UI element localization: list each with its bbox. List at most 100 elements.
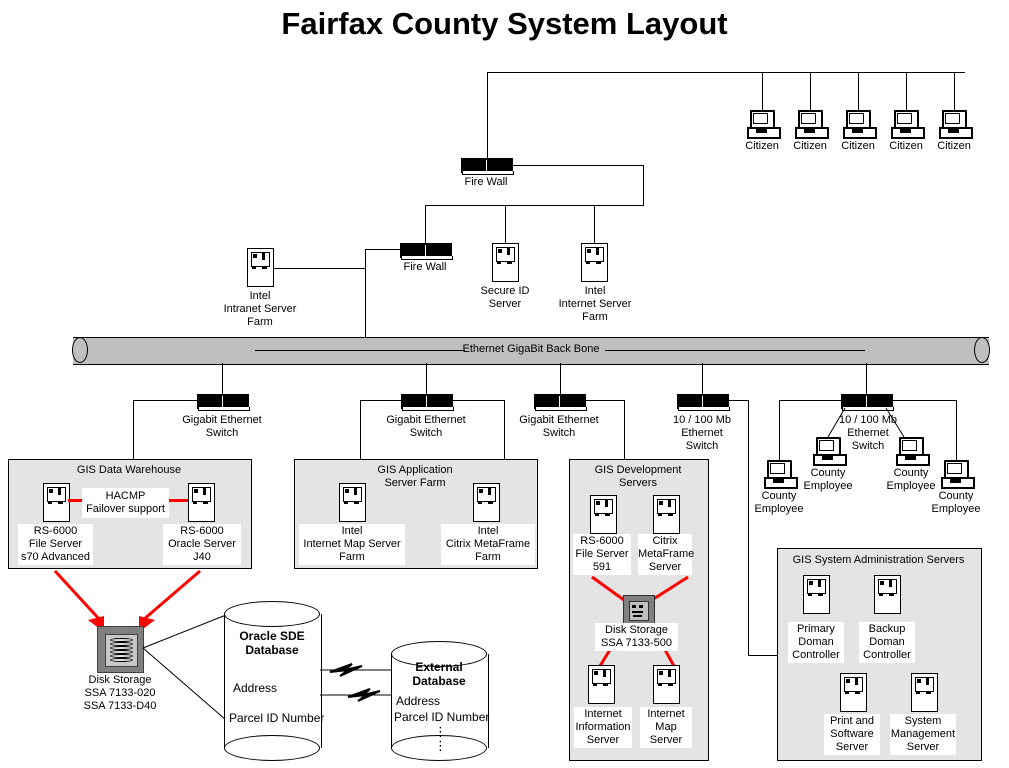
backbone-drop-switch-2 <box>426 363 427 394</box>
keyboard-icon <box>905 456 916 460</box>
switch3-right-drop <box>624 400 625 459</box>
server-label-print-and-software: Print and Software Server <box>824 714 880 755</box>
screen-icon <box>770 463 785 474</box>
server-rs6000-file-server-s70[interactable] <box>43 483 70 522</box>
backbone-drop-switch-5 <box>866 363 867 394</box>
switch-gigabit-ethernet-3[interactable] <box>534 394 587 411</box>
citizen-computer-5[interactable] <box>939 110 973 139</box>
backbone-trunk-right <box>605 350 865 351</box>
keyboard-icon <box>852 129 863 133</box>
disk-label-ssa-7133-500: Disk Storage SSA 7133-500 <box>595 623 678 651</box>
firewall-device-1[interactable] <box>461 158 514 175</box>
keyboard-icon <box>950 479 961 483</box>
switch2-right-link <box>451 400 505 401</box>
hacmp-link-right <box>169 499 188 502</box>
backbone-drop-switch-4 <box>702 363 703 394</box>
citizen-drop-3 <box>858 72 859 110</box>
switch5-left-link <box>779 400 841 401</box>
server-internet-information[interactable] <box>588 665 615 704</box>
server-backup-domain-controller[interactable] <box>874 575 901 614</box>
keyboard-icon <box>804 129 815 133</box>
server-intel-intranet-farm[interactable] <box>247 248 274 287</box>
server-rs6000-file-server-591[interactable] <box>590 495 617 534</box>
keyboard-icon <box>822 456 833 460</box>
backbone-label: Ethernet GigaBit Back Bone <box>462 343 600 355</box>
ethernet-gigabit-backbone: Ethernet GigaBit Back Bone <box>72 337 990 365</box>
switch-gigabit-ethernet-2[interactable] <box>401 394 454 411</box>
hacmp-link-left <box>68 499 82 502</box>
server-primary-domain-controller[interactable] <box>803 575 830 614</box>
server-label-primary-domain-controller: Primary Doman Controller <box>788 622 844 663</box>
server-intel-internet-map-server-farm[interactable] <box>339 483 366 522</box>
server-intel-internet-farm[interactable] <box>581 243 608 282</box>
group-title-gis-development-servers: GIS Development Servers <box>594 464 682 489</box>
group-title-gis-system-administration-servers: GIS System Administration Servers <box>792 554 965 566</box>
screen-icon <box>945 113 960 124</box>
county-employee-computer-1[interactable] <box>764 460 798 489</box>
switch4-to-admin-box <box>748 655 778 656</box>
citizen-computer-4[interactable] <box>891 110 925 139</box>
county-employee-computer-2[interactable] <box>813 437 847 466</box>
server-label-intel-intranet-farm: Intel Intranet Server Farm <box>223 290 297 328</box>
oracle-sde-field-parcel-id: Parcel ID Number <box>229 711 325 725</box>
switch5-right-drop <box>956 400 957 460</box>
county-employee-computer-3[interactable] <box>896 437 930 466</box>
switch1-left-drop <box>133 400 134 459</box>
external-db-ellipsis-2: ⋮ <box>434 738 447 753</box>
server-label-rs6000-file-server-s70: RS-6000 File Server s70 Advanced <box>18 524 93 565</box>
external-database-title: External Database <box>412 660 466 688</box>
server-internet-map[interactable] <box>653 665 680 704</box>
screen-icon <box>753 113 768 124</box>
screen-icon <box>819 440 834 451</box>
citizen-computer-3[interactable] <box>843 110 877 139</box>
citizen-label-5: Citizen <box>937 140 971 152</box>
citizen-computer-1[interactable] <box>747 110 781 139</box>
server-label-intel-internet-farm: Intel Internet Server Farm <box>558 285 632 323</box>
server-label-citrix-metaframe: Citrix MetaFrame Server <box>638 534 695 575</box>
switch-label-3: Gigabit Ethernet Switch <box>519 414 599 439</box>
backbone-trunk-left <box>255 350 465 351</box>
keyboard-icon <box>773 479 784 483</box>
external-db-field-address: Address <box>396 694 441 708</box>
switch4-right-drop <box>748 400 749 656</box>
county-employee-computer-4[interactable] <box>941 460 975 489</box>
server-system-management[interactable] <box>911 673 938 712</box>
diagram-canvas: Fairfax County System Layout Citizen Cit… <box>0 0 1009 768</box>
server-intel-citrix-metaframe-farm[interactable] <box>473 483 500 522</box>
server-citrix-metaframe[interactable] <box>653 495 680 534</box>
citizen-computer-2[interactable] <box>795 110 829 139</box>
switch-label-2: Gigabit Ethernet Switch <box>386 414 466 439</box>
citizen-drop-5 <box>954 72 955 110</box>
firewall-label-2: Fire Wall <box>403 261 447 273</box>
server-label-internet-information: Internet Information Server <box>574 707 632 748</box>
server-label-internet-map: Internet Map Server <box>640 707 692 748</box>
switch2-left-link <box>360 400 401 401</box>
cylinder-top <box>224 601 320 627</box>
switch1-left-link <box>133 400 197 401</box>
server-label-rs6000-oracle-server-j40: RS-6000 Oracle Server J40 <box>163 524 241 565</box>
switch-label-1: Gigabit Ethernet Switch <box>182 414 262 439</box>
firewall-device-2[interactable] <box>400 243 453 260</box>
screen-icon <box>849 113 864 124</box>
switch4-right-link <box>727 400 749 401</box>
firewall1-right-link <box>511 165 644 166</box>
server-label-backup-domain-controller: Backup Doman Controller <box>859 622 915 663</box>
group-title-gis-data-warehouse: GIS Data Warehouse <box>76 464 182 476</box>
switch-gigabit-ethernet-1[interactable] <box>197 394 250 411</box>
switch-10-100-ethernet-1[interactable] <box>677 394 730 411</box>
server-print-and-software[interactable] <box>840 673 867 712</box>
bus-drop-to-firewall1 <box>487 72 488 159</box>
server-secure-id[interactable] <box>492 243 519 282</box>
page-title: Fairfax County System Layout <box>281 6 728 41</box>
dmz-bus-line <box>425 205 644 206</box>
backbone-drop-switch-1 <box>222 363 223 394</box>
disk-platter-stack-icon <box>110 638 133 662</box>
switch-10-100-ethernet-2[interactable] <box>841 394 894 411</box>
oracle-sde-database-title: Oracle SDE Database <box>239 629 305 657</box>
county-employee-label-4: County Employee <box>931 490 981 515</box>
oracle-sde-field-address: Address <box>233 681 278 695</box>
dmz-drop-internet-farm <box>594 205 595 243</box>
server-rs6000-oracle-server-j40[interactable] <box>188 483 215 522</box>
citizen-drop-4 <box>906 72 907 110</box>
disk-storage-ssa-7133-020-icon[interactable] <box>97 626 144 673</box>
